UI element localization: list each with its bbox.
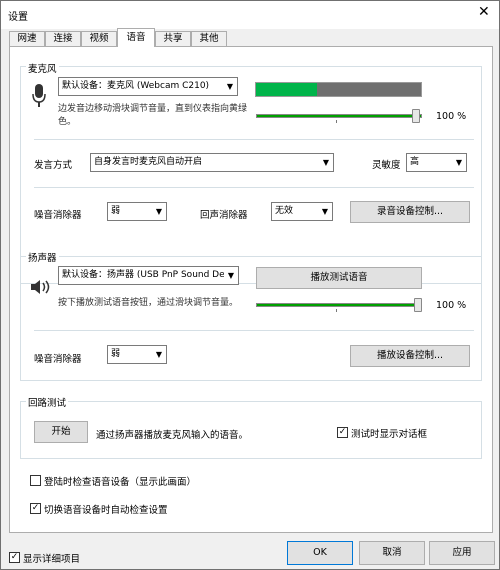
play-test-sound-button[interactable]: 播放测试语音 [256, 267, 422, 289]
tab-network-speed[interactable]: 网速 [9, 31, 45, 46]
tab-label: 视频 [89, 33, 109, 44]
tab-label: 语音 [126, 32, 146, 43]
divider [34, 330, 474, 331]
speaker-hint: 按下播放测试语音按钮，通过滑块调节音量。 [58, 298, 239, 308]
chevron-down-icon: ▼ [318, 203, 332, 220]
speaker-device-value: 默认设备：扬声器 (USB PnP Sound Dev [62, 270, 230, 280]
title-bar: 设置 ✕ [1, 1, 499, 29]
speak-mode-select[interactable]: 自身发言时麦克风自动开启 ▼ [90, 153, 334, 172]
mic-noise-label: 噪音消除器 [34, 210, 82, 221]
mic-noise-value: 弱 [111, 206, 121, 216]
chevron-down-icon: ▼ [152, 203, 166, 220]
divider [34, 139, 474, 140]
settings-window: 设置 ✕ 网速 连接 视频 语音 共享 其他 麦克风 默认设备：麦克风 (Web… [0, 0, 500, 570]
microphone-icon [32, 84, 46, 107]
echo-cancel-value: 无效 [275, 206, 294, 216]
chevron-down-icon: ▼ [152, 346, 166, 363]
tab-connection[interactable]: 连接 [45, 31, 81, 46]
tab-video[interactable]: 视频 [81, 31, 117, 46]
cancel-button[interactable]: 取消 [359, 541, 425, 565]
loopback-group-label: 回路测试 [26, 395, 69, 409]
microphone-volume-label: 100 % [436, 111, 467, 122]
sensitivity-value: 高 [410, 157, 420, 167]
sensitivity-select[interactable]: 高 ▼ [406, 153, 467, 172]
slider-tick [336, 120, 337, 123]
echo-cancel-select[interactable]: 无效 ▼ [271, 202, 333, 221]
speaker-volume-track[interactable] [256, 303, 421, 307]
echo-cancel-label: 回声消除器 [200, 210, 248, 221]
microphone-device-select[interactable]: 默认设备：麦克风 (Webcam C210) ▼ [58, 77, 238, 96]
tab-voice[interactable]: 语音 [117, 28, 155, 47]
speaker-volume-thumb[interactable] [414, 298, 422, 312]
speaker-group-label: 扬声器 [26, 250, 59, 264]
speak-mode-label: 发言方式 [34, 160, 73, 171]
divider [34, 187, 474, 188]
speaker-noise-label: 噪音消除器 [34, 354, 82, 365]
speaker-icon [31, 280, 50, 294]
tab-label: 共享 [163, 33, 183, 44]
chevron-down-icon: ▼ [224, 267, 238, 284]
chevron-down-icon: ▼ [223, 78, 237, 95]
check-on-login-checkbox[interactable] [30, 475, 41, 486]
microphone-level-fill [256, 83, 318, 96]
window-title: 设置 [8, 12, 28, 23]
check-icon: ✓ [10, 552, 19, 562]
microphone-level-meter [255, 82, 422, 97]
tab-label: 网速 [17, 33, 37, 44]
speaker-volume-label: 100 % [436, 300, 467, 311]
show-dialog-label: 测试时显示对话框 [351, 429, 428, 440]
show-details-checkbox[interactable]: ✓ [9, 552, 20, 563]
show-details-label: 显示详细项目 [23, 554, 81, 565]
speaker-noise-select[interactable]: 弱 ▼ [107, 345, 167, 364]
check-icon: ✓ [31, 503, 40, 513]
chevron-down-icon: ▼ [319, 154, 333, 171]
chevron-down-icon: ▼ [452, 154, 466, 171]
microphone-group-label: 麦克风 [26, 61, 59, 75]
loopback-start-button[interactable]: 开始 [34, 421, 88, 443]
slider-tick [336, 309, 337, 312]
show-dialog-checkbox[interactable]: ✓ [337, 427, 348, 438]
voice-settings-panel: 麦克风 默认设备：麦克风 (Webcam C210) ▼ 边发音边移动滑块调节音… [9, 46, 493, 533]
record-device-control-button[interactable]: 录音设备控制... [350, 201, 470, 223]
microphone-device-value: 默认设备：麦克风 (Webcam C210) [62, 81, 210, 91]
speaker-noise-value: 弱 [111, 349, 121, 359]
microphone-group [20, 66, 482, 284]
microphone-volume-track[interactable] [256, 114, 422, 118]
tab-label: 其他 [199, 33, 219, 44]
tab-other[interactable]: 其他 [191, 31, 227, 46]
sensitivity-label: 灵敏度 [372, 160, 401, 171]
check-on-login-label: 登陆时检查语音设备（显示此画面） [44, 477, 197, 488]
tab-share[interactable]: 共享 [155, 31, 191, 46]
speak-mode-value: 自身发言时麦克风自动开启 [94, 157, 203, 167]
speaker-device-select[interactable]: 默认设备：扬声器 (USB PnP Sound Dev ▼ [58, 266, 239, 285]
microphone-volume-thumb[interactable] [412, 109, 420, 123]
auto-check-label: 切换语音设备时自动检查设置 [44, 505, 168, 516]
apply-button[interactable]: 应用 [429, 541, 495, 565]
auto-check-checkbox[interactable]: ✓ [30, 503, 41, 514]
loopback-description: 通过扬声器播放麦克风输入的语音。 [96, 430, 249, 441]
close-icon[interactable]: ✕ [478, 5, 490, 19]
playback-device-control-button[interactable]: 播放设备控制... [350, 345, 470, 367]
tab-label: 连接 [53, 33, 73, 44]
check-icon: ✓ [338, 427, 347, 437]
mic-noise-select[interactable]: 弱 ▼ [107, 202, 167, 221]
microphone-hint: 边发音边移动滑块调节音量，直到仪表指向黄绿色。 [58, 104, 248, 127]
ok-button[interactable]: OK [287, 541, 353, 565]
